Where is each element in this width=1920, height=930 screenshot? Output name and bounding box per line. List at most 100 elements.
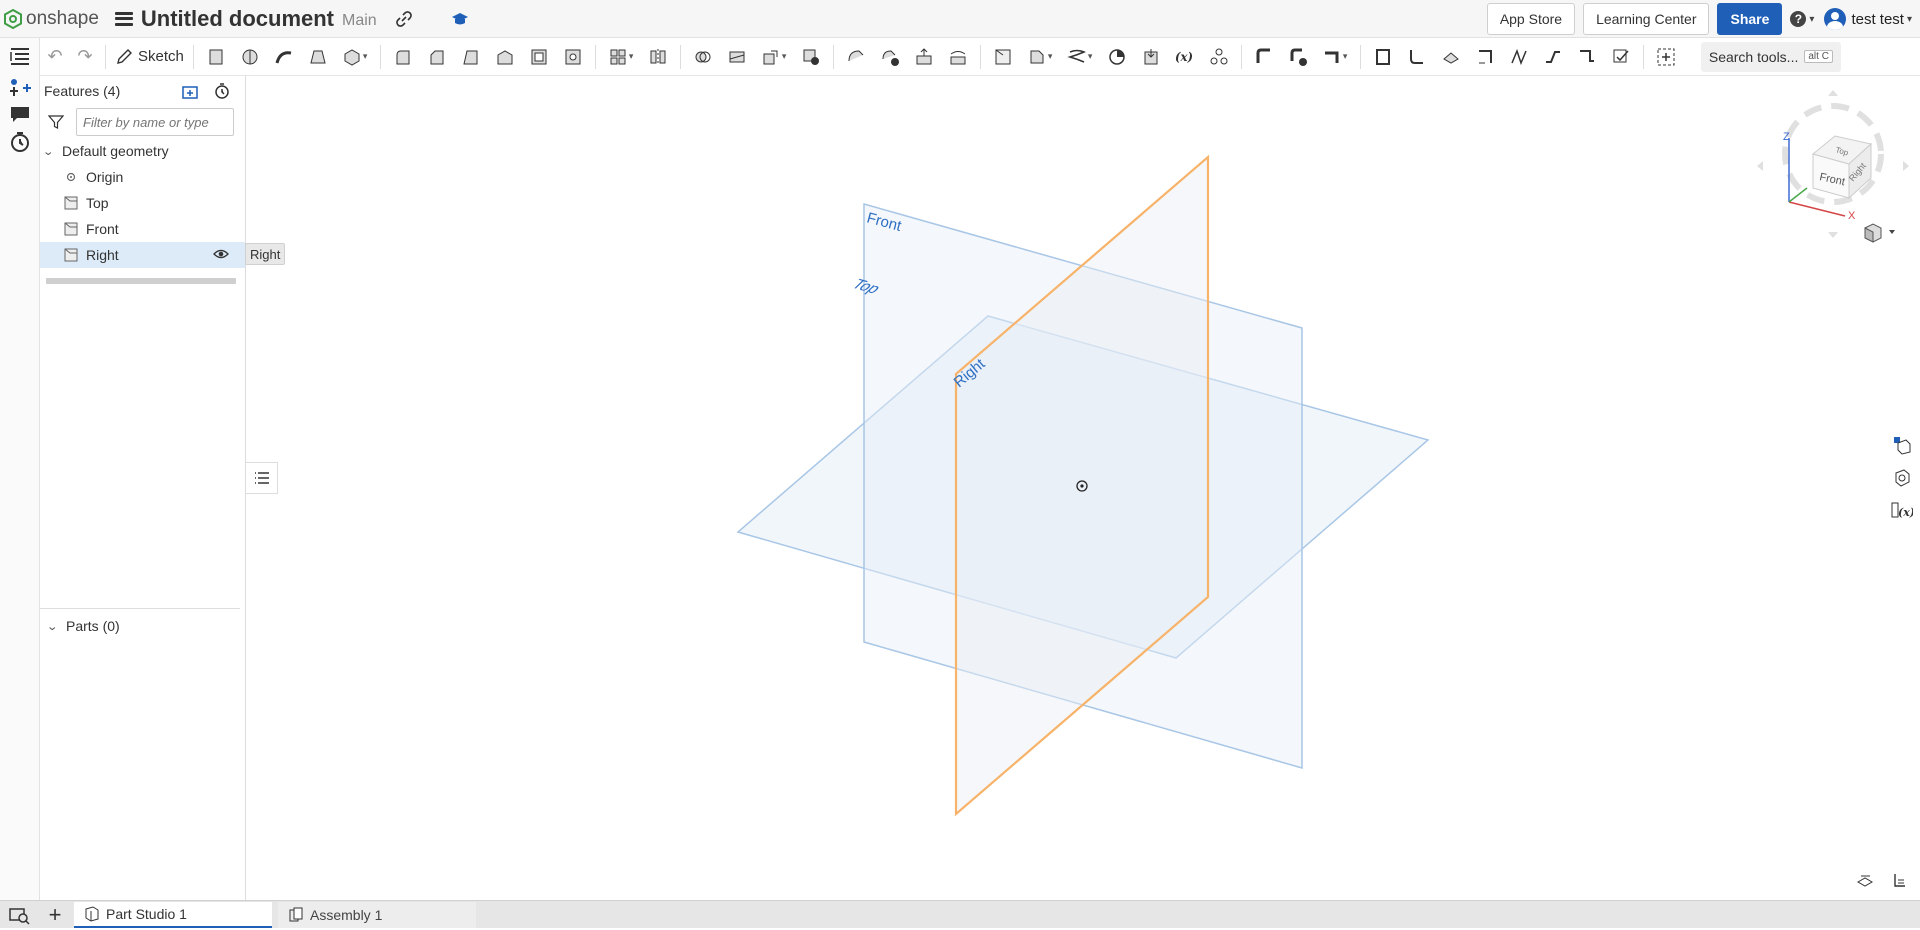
unfold-tool[interactable] [1502,42,1536,72]
configuration-tool[interactable] [1202,42,1236,72]
tab-assembly-1[interactable]: Assembly 1 [278,901,476,928]
rollback-icon[interactable] [213,82,231,100]
view-cube[interactable]: Front Top Right Z X [1753,86,1913,246]
rib-tool[interactable] [488,42,522,72]
eye-icon[interactable] [213,247,229,261]
feature-label: Origin [86,169,124,185]
replace-face-tool[interactable] [941,42,975,72]
import-tool[interactable] [1134,42,1168,72]
tab-tool[interactable] [1434,42,1468,72]
undo-button[interactable]: ↶ [40,42,70,72]
chevron-down-icon[interactable]: ▾ [782,51,792,62]
revolve-tool[interactable] [233,42,267,72]
sketch-button[interactable]: Sketch [111,42,188,72]
tab-label: Part Studio 1 [106,905,187,922]
split-tool[interactable] [720,42,754,72]
graphics-viewport[interactable]: Front Top Right [247,76,1920,900]
sheet-metal-tool[interactable] [1247,42,1281,72]
add-tab-button[interactable]: + [40,901,70,929]
chevron-down-icon[interactable]: ▾ [1088,51,1098,62]
share-button[interactable]: Share [1717,3,1783,35]
flat-tool[interactable] [1604,42,1638,72]
mirror-tool[interactable] [641,42,675,72]
tab-manager-button[interactable] [8,905,30,930]
loft-tool[interactable] [301,42,335,72]
parts-group[interactable]: ⌄ Parts (0) [44,613,119,639]
sweep-tool[interactable] [267,42,301,72]
toolbar-divider [1240,44,1242,69]
feature-item-right[interactable]: Right [40,242,245,268]
branch-name[interactable]: Main [342,12,377,30]
delete-face-tool[interactable] [873,42,907,72]
filter-icon[interactable] [48,114,64,130]
chevron-down-icon[interactable]: ▾ [1343,51,1353,62]
tab-manager-icon [9,908,30,925]
rotate-right-arrow-icon[interactable] [1903,161,1909,171]
corner-tool[interactable] [1468,42,1502,72]
chevron-down-icon[interactable]: ▾ [1048,51,1058,62]
viewport-bottom-icons [1856,872,1908,888]
graduation-cap-icon[interactable] [451,10,469,28]
rotate-up-arrow-icon[interactable] [1828,90,1838,96]
rotate-left-arrow-icon[interactable] [1757,161,1763,171]
measure-tool[interactable] [1100,42,1134,72]
modify-fillet-tool[interactable] [839,42,873,72]
feature-list-icon[interactable] [8,44,32,68]
chevron-down-icon[interactable]: ▾ [629,51,639,62]
document-title[interactable]: Untitled document [141,6,334,32]
frame-tool[interactable] [1366,42,1400,72]
plane-tool[interactable] [986,42,1020,72]
form-tool[interactable] [1570,42,1604,72]
filter-input[interactable] [76,108,234,136]
chevron-down-icon[interactable]: ▾ [363,51,373,62]
learning-center-button[interactable]: Learning Center [1583,3,1710,35]
feature-item-top[interactable]: Top [40,190,245,216]
variable-tool[interactable]: (x) [1168,42,1202,72]
chamfer-tool[interactable] [420,42,454,72]
history-icon[interactable] [8,130,32,154]
display-states-button[interactable] [1888,431,1916,459]
feature-item-front[interactable]: Front [40,216,245,242]
jog-icon [1545,50,1560,63]
horizontal-scrollbar[interactable] [46,278,236,284]
extrude-tool[interactable] [199,42,233,72]
add-custom-feature-tool[interactable] [1649,42,1683,72]
insert-part-icon[interactable] [8,74,32,98]
toolbar-divider [832,44,834,69]
menu-icon[interactable] [114,11,133,26]
fillet-tool[interactable] [386,42,420,72]
finish-sheet-metal-tool[interactable] [1281,42,1315,72]
add-folder-icon[interactable] [181,82,199,100]
onshape-logo[interactable]: onshape [4,8,99,30]
help-menu[interactable]: ? ▾ [1790,11,1814,27]
comments-icon[interactable] [8,102,32,126]
user-menu[interactable]: test test ▾ [1824,8,1912,30]
measure-icon [1109,48,1125,65]
redo-button[interactable]: ↷ [70,42,100,72]
variables-panel-button[interactable]: (x) [1888,497,1916,525]
link-icon[interactable] [395,10,413,28]
default-geometry-group[interactable]: ⌄ Default geometry [40,138,245,164]
chevron-down-icon: ▾ [1906,13,1912,25]
chevron-down-icon[interactable]: ⌄ [42,145,58,158]
search-tools-input[interactable]: Search tools... alt C [1700,41,1841,72]
hole-tool[interactable] [556,42,590,72]
draft-tool[interactable] [454,42,488,72]
chevron-down-icon[interactable]: ⌄ [46,620,62,633]
units-icon[interactable] [1892,872,1908,888]
app-store-button[interactable]: App Store [1486,3,1576,35]
bend-tool[interactable] [1400,42,1434,72]
shell-tool[interactable] [522,42,556,72]
delete-part-tool[interactable] [794,42,828,72]
view-mode-icon[interactable] [1864,223,1895,243]
tab-part-studio-1[interactable]: Part Studio 1 [74,901,272,928]
feature-item-origin[interactable]: Origin [40,164,245,190]
appearance-panel-button[interactable] [1888,464,1916,492]
move-face-tool[interactable] [907,42,941,72]
section-view-icon[interactable] [1856,872,1874,888]
rotate-down-arrow-icon[interactable] [1828,232,1838,238]
draft-icon [463,50,478,64]
jog-tool[interactable] [1536,42,1570,72]
logo-text: onshape [26,7,99,29]
boolean-tool[interactable] [686,42,720,72]
